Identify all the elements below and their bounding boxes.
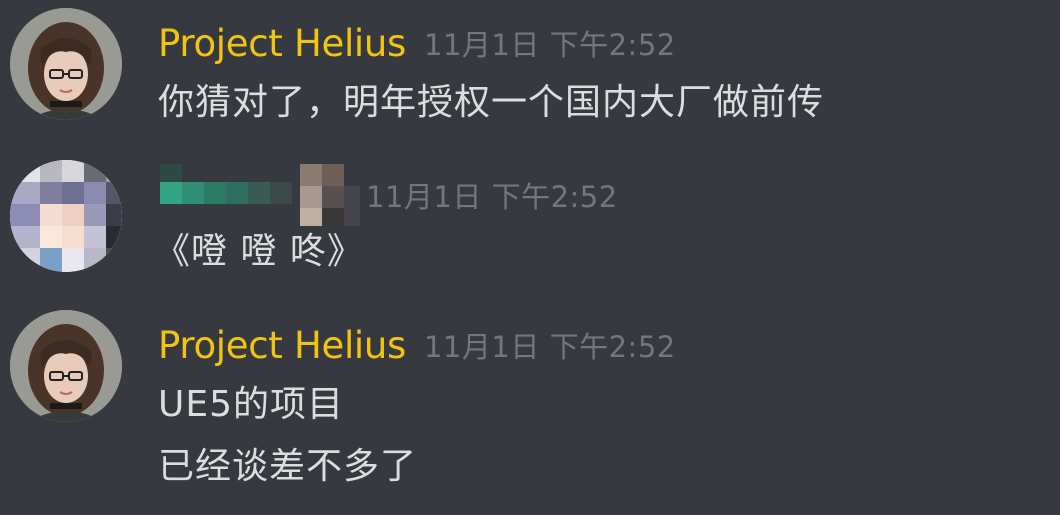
avatar[interactable] <box>10 310 122 422</box>
anime-girl-avatar-icon <box>10 310 122 422</box>
username[interactable]: Project Helius <box>158 324 406 367</box>
message-group: Project Helius 11月1日 下午2:52 你猜对了，明年授权一个国… <box>0 8 1060 128</box>
message-header: 11月1日 下午2:52 <box>158 160 618 230</box>
timestamp[interactable]: 11月1日 下午2:52 <box>366 174 618 216</box>
message-line: UE5的项目 <box>158 384 345 425</box>
message-header: Project Helius 11月1日 下午2:52 <box>158 310 676 380</box>
message-content: 你猜对了，明年授权一个国内大厂做前传 <box>158 78 824 128</box>
chat-log: Project Helius 11月1日 下午2:52 你猜对了，明年授权一个国… <box>0 0 1060 515</box>
avatar[interactable] <box>10 160 122 272</box>
message-content: UE5的项目 已经谈差不多了 <box>158 374 417 498</box>
message-header: Project Helius 11月1日 下午2:52 <box>158 8 676 78</box>
pixelated-avatar-icon <box>10 160 122 272</box>
timestamp[interactable]: 11月1日 下午2:52 <box>424 324 676 366</box>
timestamp[interactable]: 11月1日 下午2:52 <box>424 22 676 64</box>
message-content: 《噔 噔 咚》 <box>154 222 364 282</box>
username[interactable]: Project Helius <box>158 22 406 65</box>
message-group: Project Helius 11月1日 下午2:52 UE5的项目 已经谈差不… <box>0 310 1060 510</box>
message-line: 已经谈差不多了 <box>158 446 418 487</box>
message-line: 《噔 噔 咚》 <box>154 231 364 272</box>
avatar[interactable] <box>10 8 122 120</box>
message-group: 11月1日 下午2:52 《噔 噔 咚》 <box>0 160 1060 280</box>
message-line: 你猜对了，明年授权一个国内大厂做前传 <box>158 82 825 123</box>
anime-girl-avatar-icon <box>10 8 122 120</box>
redacted-username-icon <box>160 164 360 226</box>
